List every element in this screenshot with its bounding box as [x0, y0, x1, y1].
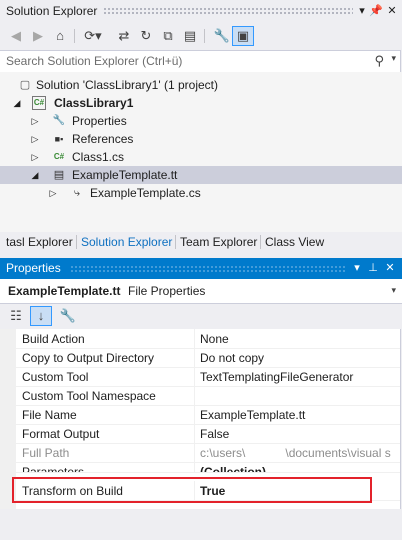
property-name: Build Action — [22, 332, 85, 346]
tree-item-template[interactable]: ◢ ▤ ExampleTemplate.tt — [0, 166, 402, 184]
property-name: Format Output — [22, 427, 100, 441]
tree-label: Class1.cs — [72, 150, 125, 164]
property-name: File Name — [22, 408, 77, 422]
categorized-icon[interactable]: ☷ — [6, 307, 26, 325]
property-row[interactable]: Build Action None — [16, 329, 400, 349]
tree-label: ExampleTemplate.cs — [90, 186, 201, 200]
properties-toolbar: ☷ ↓ 🔧 — [0, 304, 402, 328]
tree-label: ExampleTemplate.tt — [72, 168, 178, 182]
show-all-files-icon[interactable]: ▤ — [180, 27, 200, 45]
expand-arrow-icon[interactable]: ▷ — [30, 130, 40, 148]
search-icon[interactable]: ⚲ — [374, 53, 384, 69]
solution-explorer-title: Solution Explorer — [6, 4, 98, 18]
tab-solution-explorer[interactable]: Solution Explorer — [81, 234, 172, 250]
properties-description-area — [0, 510, 402, 540]
solution-explorer-toolbar: ◀ ▶ ⌂ ⟳▾ ⇄ ↻ ⧉ ▤ 🔧 ▣ — [0, 23, 402, 50]
solution-explorer-title-bar: Solution Explorer ▾ 📌 ✕ — [0, 0, 402, 23]
preview-selected-icon[interactable]: ▣ — [232, 26, 254, 46]
expand-arrow-icon[interactable]: ▷ — [30, 148, 40, 166]
highlight-annotation — [12, 477, 372, 503]
pin-icon[interactable]: 📌 — [369, 3, 383, 19]
collapse-arrow-icon[interactable]: ◢ — [12, 94, 22, 112]
csharp-project-icon: C# — [32, 96, 46, 110]
pin-icon[interactable]: ⊥ — [366, 260, 380, 276]
solution-tree: ▢ Solution 'ClassLibrary1' (1 project) ◢… — [0, 72, 402, 232]
property-value[interactable]: TextTemplatingFileGenerator — [200, 370, 400, 384]
property-row[interactable]: Full Path c:\users\ \documents\visual s — [16, 443, 400, 463]
back-icon[interactable]: ◀ — [6, 27, 26, 45]
search-options-dropdown-icon[interactable]: ▾ — [391, 53, 396, 64]
object-type: File Properties — [128, 284, 206, 298]
title-grip[interactable] — [103, 7, 353, 15]
properties-title: Properties — [6, 261, 61, 275]
expand-arrow-icon[interactable]: ▷ — [30, 112, 40, 130]
references-icon: ■▪ — [54, 134, 64, 144]
title-grip[interactable] — [70, 265, 346, 273]
search-box[interactable]: ⚲ ▾ — [0, 50, 401, 73]
property-row[interactable]: Custom Tool Namespace — [16, 386, 400, 406]
alphabetical-icon[interactable]: ↓ — [30, 306, 52, 326]
property-row[interactable]: Format Output False — [16, 424, 400, 444]
tree-item-properties[interactable]: ▷ 🔧 Properties — [0, 112, 402, 130]
dropdown-arrow-icon[interactable]: ▾ — [355, 3, 369, 19]
tab-class-view[interactable]: Class View — [265, 234, 324, 250]
dependent-file-icon: ⤷ — [73, 187, 81, 199]
tree-item-project[interactable]: ◢ C# ClassLibrary1 — [0, 94, 402, 112]
properties-wrench-icon[interactable]: 🔧 — [212, 27, 232, 45]
sync-dropdown-icon[interactable]: ⟳▾ — [80, 27, 106, 45]
tree-item-class1[interactable]: ▷ C# Class1.cs — [0, 148, 402, 166]
close-icon[interactable]: ✕ — [385, 3, 399, 19]
switch-views-icon[interactable]: ⇄ — [114, 27, 134, 45]
tab-tasl-explorer[interactable]: tasl Explorer — [6, 234, 73, 250]
dropdown-arrow-icon[interactable]: ▾ — [350, 260, 364, 276]
tree-label: Properties — [72, 114, 127, 128]
property-value[interactable]: None — [200, 332, 400, 346]
tree-label: ClassLibrary1 — [54, 96, 134, 110]
property-name: Parameters — [22, 465, 85, 473]
collapse-all-icon[interactable]: ⧉ — [158, 27, 178, 45]
home-icon[interactable]: ⌂ — [50, 27, 70, 45]
tree-item-template-cs[interactable]: ▷ ⤷ ExampleTemplate.cs — [0, 184, 402, 202]
solution-icon: ▢ — [19, 79, 31, 91]
property-value[interactable]: ExampleTemplate.tt — [200, 408, 400, 422]
refresh-icon[interactable]: ↻ — [136, 27, 156, 45]
property-name: Copy to Output Directory — [22, 351, 155, 365]
property-row[interactable]: File Name ExampleTemplate.tt — [16, 405, 400, 425]
text-file-icon: ▤ — [53, 169, 65, 181]
wrench-icon: 🔧 — [52, 115, 66, 126]
property-pages-icon[interactable]: 🔧 — [58, 307, 78, 325]
property-row[interactable]: Copy to Output Directory Do not copy — [16, 348, 400, 368]
csharp-file-icon: C# — [53, 152, 65, 161]
property-value[interactable]: Do not copy — [200, 351, 400, 365]
property-value[interactable]: False — [200, 427, 400, 441]
tree-item-solution[interactable]: ▢ Solution 'ClassLibrary1' (1 project) — [0, 76, 402, 94]
expand-arrow-icon[interactable]: ▷ — [48, 184, 58, 202]
property-value[interactable]: c:\users\ \documents\visual s — [200, 446, 400, 460]
property-row[interactable]: Parameters (Collection) — [16, 462, 400, 473]
tree-label: References — [72, 132, 134, 146]
property-name: Custom Tool — [22, 370, 89, 384]
object-selector[interactable]: ExampleTemplate.tt File Properties ▾ — [0, 279, 402, 304]
search-input[interactable] — [6, 53, 356, 69]
property-value[interactable]: (Collection) — [200, 465, 400, 472]
tree-label: Solution 'ClassLibrary1' (1 project) — [36, 78, 218, 92]
property-name: Full Path — [22, 446, 70, 460]
tool-window-tabs: tasl Explorer Solution Explorer Team Exp… — [0, 232, 402, 252]
property-row[interactable]: Custom Tool TextTemplatingFileGenerator — [16, 367, 400, 387]
close-icon[interactable]: ✕ — [383, 260, 397, 276]
collapse-arrow-icon[interactable]: ◢ — [30, 166, 40, 184]
property-name: Custom Tool Namespace — [22, 389, 156, 403]
properties-title-bar: Properties ▾ ⊥ ✕ — [0, 258, 402, 279]
chevron-down-icon[interactable]: ▾ — [391, 285, 396, 296]
object-name: ExampleTemplate.tt — [8, 284, 121, 298]
tab-team-explorer[interactable]: Team Explorer — [180, 234, 257, 250]
forward-icon[interactable]: ▶ — [28, 27, 48, 45]
tree-item-references[interactable]: ▷ ■▪ References — [0, 130, 402, 148]
